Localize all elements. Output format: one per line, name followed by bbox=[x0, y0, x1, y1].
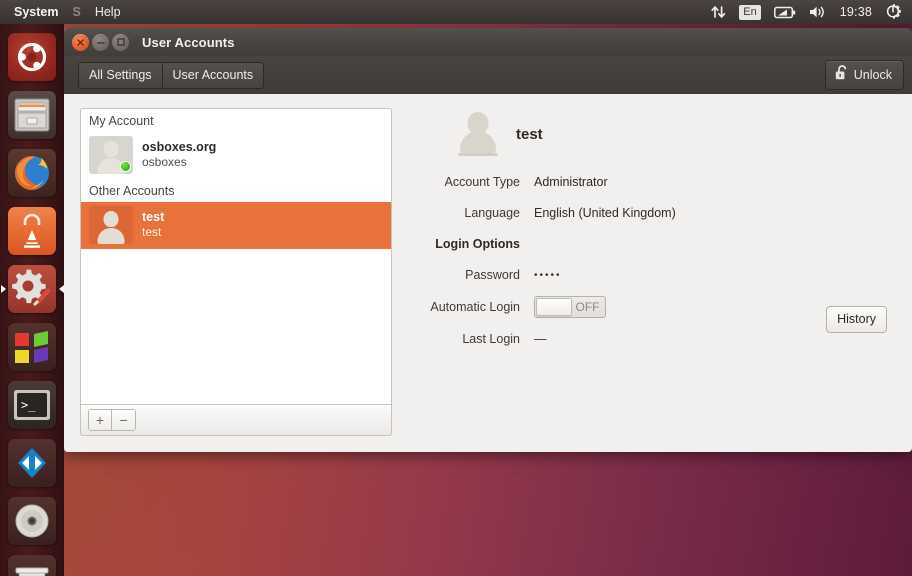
account-username: test bbox=[142, 225, 162, 240]
toggle-knob bbox=[536, 298, 572, 316]
accounts-list-footer: + − bbox=[80, 404, 392, 436]
window-toolbar: All Settings User Accounts Unlock bbox=[64, 56, 912, 94]
svg-text:>_: >_ bbox=[21, 398, 36, 412]
keyboard-layout-label: En bbox=[739, 4, 761, 20]
files-cabinet-icon bbox=[8, 91, 56, 139]
launcher-item-trash[interactable] bbox=[0, 550, 64, 576]
disc-icon bbox=[8, 497, 56, 545]
last-login-label: Last Login bbox=[462, 332, 520, 346]
unlock-label: Unlock bbox=[853, 67, 892, 82]
vscode-icon bbox=[8, 439, 56, 487]
user-accounts-button[interactable]: User Accounts bbox=[162, 62, 264, 88]
network-arrows-icon[interactable] bbox=[706, 0, 731, 24]
unity-launcher: >_ bbox=[0, 24, 64, 576]
avatar bbox=[89, 206, 133, 244]
maximize-icon[interactable] bbox=[112, 33, 129, 51]
user-accounts-window: User Accounts All Settings User Accounts… bbox=[64, 28, 912, 452]
battery-icon[interactable] bbox=[769, 0, 801, 24]
menu-item-s[interactable]: S bbox=[65, 2, 87, 23]
focused-indicator-right-icon bbox=[59, 285, 64, 293]
password-value[interactable]: ••••• bbox=[534, 270, 562, 281]
breadcrumb-buttons: All Settings User Accounts bbox=[78, 61, 265, 89]
launcher-item-ubuntu-dash[interactable] bbox=[0, 28, 64, 86]
account-text: test test bbox=[142, 210, 164, 241]
accounts-list[interactable]: My Account osboxes.org osboxes Other Acc… bbox=[80, 108, 392, 404]
firefox-icon bbox=[8, 149, 56, 197]
launcher-item-files[interactable] bbox=[0, 86, 64, 144]
account-display-name: osboxes.org bbox=[142, 139, 217, 154]
list-item-my-account[interactable]: osboxes.org osboxes bbox=[81, 132, 391, 179]
desktop: System S Help En 19:38 >_ User Accounts … bbox=[0, 0, 912, 576]
history-button[interactable]: History bbox=[826, 306, 887, 333]
global-menu: System S Help bbox=[0, 2, 128, 23]
all-settings-button[interactable]: All Settings bbox=[79, 62, 163, 88]
launcher-item-vscode[interactable] bbox=[0, 434, 64, 492]
clock-indicator[interactable]: 19:38 bbox=[835, 0, 877, 24]
field-language: Language English (United Kingdom) bbox=[412, 203, 896, 223]
account-username: osboxes bbox=[142, 155, 187, 170]
close-icon[interactable] bbox=[72, 33, 89, 51]
password-label: Password bbox=[465, 268, 520, 282]
field-automatic-login: Automatic Login OFF bbox=[412, 296, 896, 318]
add-account-button[interactable]: + bbox=[89, 410, 112, 430]
launcher-item-terminal[interactable]: >_ bbox=[0, 376, 64, 434]
terminal-icon: >_ bbox=[8, 381, 56, 429]
padlock-open-icon bbox=[835, 65, 848, 84]
other-accounts-group-label: Other Accounts bbox=[81, 179, 391, 202]
launcher-item-software-center[interactable] bbox=[0, 202, 64, 260]
field-password: Password ••••• bbox=[412, 265, 896, 285]
trash-icon bbox=[8, 555, 56, 576]
list-item-test-account[interactable]: test test bbox=[81, 202, 391, 249]
top-panel: System S Help En 19:38 bbox=[0, 0, 912, 24]
keyboard-layout-indicator[interactable]: En bbox=[734, 0, 765, 24]
launcher-item-firefox[interactable] bbox=[0, 144, 64, 202]
online-status-icon bbox=[120, 161, 131, 172]
language-label: Language bbox=[464, 206, 520, 220]
automatic-login-toggle[interactable]: OFF bbox=[534, 296, 606, 318]
minimize-icon[interactable] bbox=[92, 33, 109, 51]
page-title: test bbox=[516, 125, 543, 143]
add-remove-group: + − bbox=[88, 409, 136, 431]
remove-account-button[interactable]: − bbox=[112, 410, 135, 430]
panel-indicators: En 19:38 bbox=[706, 0, 912, 24]
login-options-label: Login Options bbox=[435, 237, 520, 251]
avatar bbox=[89, 136, 133, 174]
software-bag-icon bbox=[8, 207, 56, 255]
account-display-name: test bbox=[142, 209, 165, 224]
menu-item-system[interactable]: System bbox=[7, 2, 65, 23]
launcher-item-system-settings[interactable] bbox=[0, 260, 64, 318]
toggle-state-label: OFF bbox=[575, 300, 600, 314]
account-text: osboxes.org osboxes bbox=[142, 140, 216, 171]
volume-icon[interactable] bbox=[804, 0, 832, 24]
accounts-pane: My Account osboxes.org osboxes Other Acc… bbox=[80, 108, 392, 436]
avatar[interactable] bbox=[458, 110, 498, 158]
field-account-type: Account Type Administrator bbox=[412, 172, 896, 192]
window-content: My Account osboxes.org osboxes Other Acc… bbox=[64, 94, 912, 452]
account-details-pane: test Account Type Administrator Language… bbox=[392, 108, 896, 436]
gear-power-icon[interactable] bbox=[880, 0, 906, 24]
workspace-switcher-icon bbox=[8, 323, 56, 371]
last-login-value: — bbox=[534, 332, 547, 346]
field-last-login: Last Login — bbox=[412, 329, 896, 349]
unlock-button[interactable]: Unlock bbox=[824, 60, 904, 90]
account-type-label: Account Type bbox=[444, 175, 520, 189]
automatic-login-label: Automatic Login bbox=[430, 300, 520, 314]
window-titlebar[interactable]: User Accounts bbox=[64, 28, 912, 56]
window-title: User Accounts bbox=[142, 34, 235, 50]
menu-item-help[interactable]: Help bbox=[88, 2, 128, 23]
language-value[interactable]: English (United Kingdom) bbox=[534, 206, 676, 220]
ubuntu-logo-icon bbox=[8, 33, 56, 81]
account-type-value[interactable]: Administrator bbox=[534, 175, 608, 189]
section-login-options: Login Options bbox=[412, 234, 896, 254]
system-settings-icon bbox=[8, 265, 56, 313]
my-account-group-label: My Account bbox=[81, 109, 391, 132]
launcher-item-workspace-switcher[interactable] bbox=[0, 318, 64, 376]
account-header: test bbox=[412, 110, 896, 158]
launcher-item-disc[interactable] bbox=[0, 492, 64, 550]
running-indicator-left-icon bbox=[1, 285, 6, 293]
